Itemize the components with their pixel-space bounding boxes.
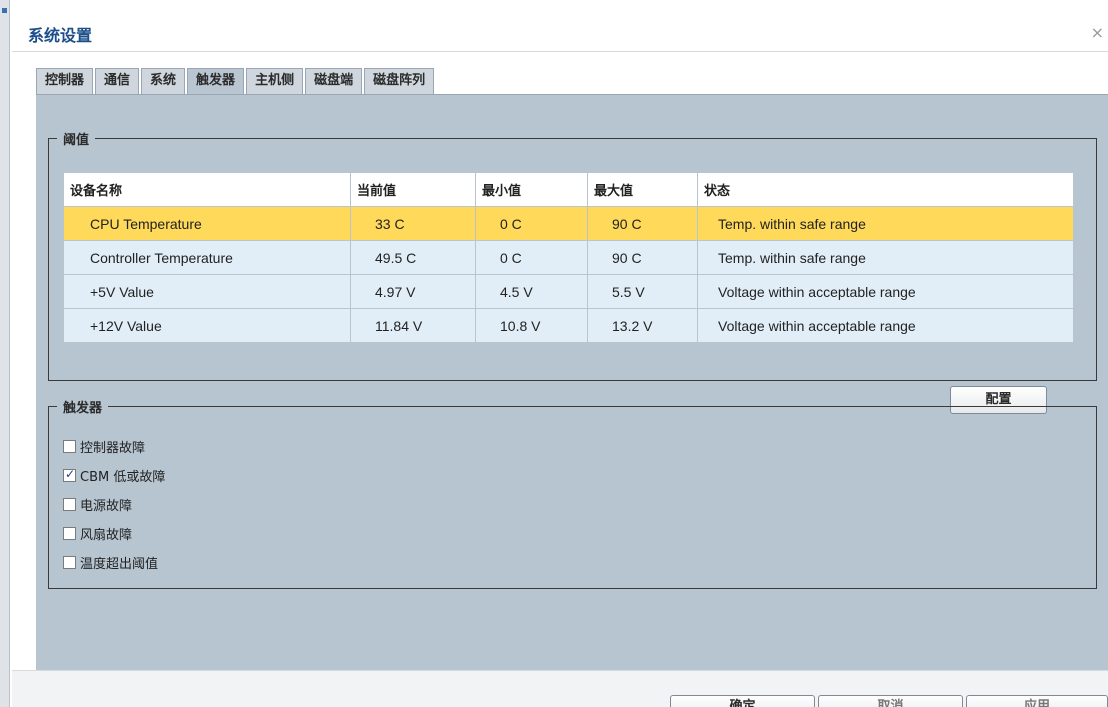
checkbox-controller-fault[interactable]: 控制器故障 xyxy=(63,436,145,456)
cell-min: 10.8 V xyxy=(475,308,588,343)
trigger-group: 触发器 控制器故障 CBM 低或故障 电源故障 风扇故障 温度超出阈值 xyxy=(48,397,1097,589)
checkbox-box[interactable] xyxy=(63,526,76,540)
checkbox-cbm-low-or-fault[interactable]: CBM 低或故障 xyxy=(63,465,165,485)
checkbox-label: CBM 低或故障 xyxy=(80,469,166,485)
dialog-title: 系统设置 xyxy=(28,26,93,45)
cell-min: 4.5 V xyxy=(475,274,588,309)
table-row[interactable]: +5V Value 4.97 V 4.5 V 5.5 V Voltage wit… xyxy=(63,274,1074,309)
checkbox-box[interactable] xyxy=(63,467,76,482)
tab-disk-side[interactable]: 磁盘端 xyxy=(305,68,363,94)
checkbox-label: 风扇故障 xyxy=(80,527,133,543)
table-row[interactable]: +12V Value 11.84 V 10.8 V 13.2 V Voltage… xyxy=(63,308,1074,343)
tab-host-side[interactable]: 主机侧 xyxy=(246,68,304,94)
tab-content-panel: 阈值 设备名称 当前值 最小值 最大值 状态 CPU Temperature 3… xyxy=(36,94,1108,670)
cell-min: 0 C xyxy=(475,240,588,275)
cell-max: 13.2 V xyxy=(587,308,698,343)
left-edge-strip xyxy=(0,0,10,707)
threshold-legend: 阈值 xyxy=(63,133,90,148)
threshold-group: 阈值 设备名称 当前值 最小值 最大值 状态 CPU Temperature 3… xyxy=(48,129,1097,414)
cell-status: Voltage within acceptable range xyxy=(697,308,1074,343)
tab-communication[interactable]: 通信 xyxy=(95,68,140,94)
cell-status: Temp. within safe range xyxy=(697,206,1074,241)
dialog-titlebar: 系统设置 × xyxy=(12,12,1108,52)
tab-system[interactable]: 系统 xyxy=(141,68,186,94)
cell-device-name: +5V Value xyxy=(63,274,351,309)
cell-current: 49.5 C xyxy=(350,240,476,275)
trigger-legend: 触发器 xyxy=(63,401,103,416)
cell-status: Temp. within safe range xyxy=(697,240,1074,275)
tab-disk-array[interactable]: 磁盘阵列 xyxy=(364,68,435,94)
ok-button[interactable]: 确定 xyxy=(670,695,815,707)
cell-current: 4.97 V xyxy=(350,274,476,309)
cell-current: 11.84 V xyxy=(350,308,476,343)
cancel-button[interactable]: 取消 xyxy=(818,695,963,707)
cell-device-name: Controller Temperature xyxy=(63,240,351,275)
tab-controller[interactable]: 控制器 xyxy=(36,68,94,94)
threshold-table: 设备名称 当前值 最小值 最大值 状态 CPU Temperature 33 C… xyxy=(63,172,1074,343)
cell-device-name: CPU Temperature xyxy=(63,206,351,241)
apply-button[interactable]: 应用 xyxy=(966,695,1108,707)
tab-trigger[interactable]: 触发器 xyxy=(187,68,245,94)
cell-status: Voltage within acceptable range xyxy=(697,274,1074,309)
checkbox-label: 温度超出阈值 xyxy=(80,556,159,572)
cell-max: 5.5 V xyxy=(587,274,698,309)
column-header-max[interactable]: 最大值 xyxy=(587,172,698,207)
window-icon xyxy=(2,8,7,13)
table-header-row: 设备名称 当前值 最小值 最大值 状态 xyxy=(63,172,1074,207)
table-row[interactable]: Controller Temperature 49.5 C 0 C 90 C T… xyxy=(63,240,1074,275)
tab-bar: 控制器 通信 系统 触发器 主机侧 磁盘端 磁盘阵列 xyxy=(36,68,436,94)
system-settings-dialog: 系统设置 × 控制器 通信 系统 触发器 主机侧 磁盘端 磁盘阵列 阈值 设备名… xyxy=(12,12,1108,707)
checkbox-label: 控制器故障 xyxy=(80,440,146,456)
checkbox-temp-over-threshold[interactable]: 温度超出阈值 xyxy=(63,552,158,572)
dialog-footer: 确定 取消 应用 xyxy=(12,670,1108,707)
cell-max: 90 C xyxy=(587,206,698,241)
cell-max: 90 C xyxy=(587,240,698,275)
cell-device-name: +12V Value xyxy=(63,308,351,343)
checkbox-label: 电源故障 xyxy=(80,498,133,514)
cell-min: 0 C xyxy=(475,206,588,241)
column-header-current[interactable]: 当前值 xyxy=(350,172,476,207)
checkbox-box[interactable] xyxy=(63,439,76,453)
checkbox-box[interactable] xyxy=(63,497,76,511)
cell-current: 33 C xyxy=(350,206,476,241)
column-header-device-name[interactable]: 设备名称 xyxy=(63,172,351,207)
checkbox-fan-fault[interactable]: 风扇故障 xyxy=(63,523,132,543)
table-row[interactable]: CPU Temperature 33 C 0 C 90 C Temp. with… xyxy=(63,206,1074,241)
close-icon[interactable]: × xyxy=(1091,23,1104,42)
column-header-min[interactable]: 最小值 xyxy=(475,172,588,207)
column-header-status[interactable]: 状态 xyxy=(697,172,1074,207)
checkbox-power-fault[interactable]: 电源故障 xyxy=(63,494,132,514)
checkbox-box[interactable] xyxy=(63,555,76,569)
